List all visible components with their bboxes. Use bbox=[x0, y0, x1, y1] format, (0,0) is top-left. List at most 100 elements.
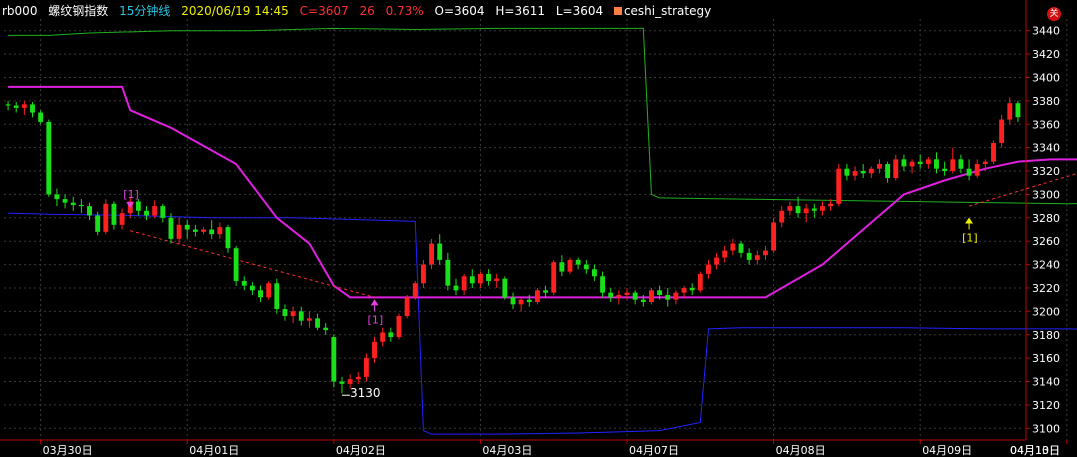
candle-body bbox=[192, 229, 198, 232]
candle-body bbox=[722, 250, 728, 258]
candle-body bbox=[477, 273, 483, 284]
candle-body bbox=[534, 290, 540, 303]
candle-body bbox=[746, 252, 752, 260]
candle-body bbox=[323, 327, 329, 331]
candle-body bbox=[437, 243, 443, 260]
strategy-name: ceshi_strategy bbox=[623, 4, 712, 18]
candle-body bbox=[209, 229, 215, 235]
candle-body bbox=[372, 341, 377, 359]
candle-body bbox=[730, 243, 736, 251]
signal-label: [1] bbox=[368, 313, 384, 326]
candle-body bbox=[901, 159, 907, 167]
price-tick-label: 3100 bbox=[1032, 422, 1060, 435]
price-tick-label: 3300 bbox=[1032, 188, 1060, 201]
candle-body bbox=[144, 210, 149, 216]
low-price: L=3604 bbox=[555, 4, 604, 18]
candle-body bbox=[30, 104, 35, 113]
chart-header: rb000 螺纹钢指数 15分钟线 2020/06/19 14:45 C=360… bbox=[2, 2, 725, 19]
candle-body bbox=[681, 287, 687, 293]
candle-body bbox=[974, 164, 980, 176]
upper-band-line bbox=[8, 27, 1077, 205]
date-tick-label: 04月08日 bbox=[776, 444, 826, 457]
candle-body bbox=[877, 164, 882, 169]
datetime-label: 2020/06/19 14:45 bbox=[181, 4, 289, 18]
date-tick-label: 04月03日 bbox=[482, 444, 532, 457]
candle-body bbox=[559, 262, 565, 272]
candle-body bbox=[46, 121, 52, 195]
signal-arrow-up-icon bbox=[965, 217, 974, 224]
price-tick-label: 3200 bbox=[1032, 305, 1060, 318]
candle-body bbox=[217, 227, 223, 235]
candles bbox=[5, 97, 1021, 394]
candle-body bbox=[551, 262, 557, 293]
candle-body bbox=[258, 290, 263, 298]
candle-body bbox=[518, 299, 524, 305]
candle-body bbox=[982, 161, 988, 165]
price-change-pct: 0.73% bbox=[385, 4, 424, 18]
candle-body bbox=[266, 283, 272, 298]
candle-body bbox=[942, 168, 948, 172]
candle-body bbox=[852, 171, 858, 176]
candle-body bbox=[38, 112, 44, 122]
price-tick-label: 3360 bbox=[1032, 118, 1060, 131]
lower-band-line bbox=[8, 212, 1077, 435]
candle-body bbox=[306, 318, 312, 321]
candle-body bbox=[991, 142, 996, 162]
price-axis: 3100 3120 3140 3160 3180 3200 3220 3240 3260 3280… bbox=[1025, 0, 1060, 440]
candle-body bbox=[909, 161, 915, 167]
candle-body bbox=[893, 159, 899, 179]
candle-body bbox=[13, 105, 19, 108]
candle-body bbox=[461, 276, 467, 291]
date-tick-label: 04月01日 bbox=[189, 444, 239, 457]
candle-body bbox=[78, 204, 84, 207]
candle-body bbox=[860, 171, 866, 174]
candle-body bbox=[632, 292, 638, 300]
candle-body bbox=[958, 159, 964, 169]
candle-body bbox=[836, 168, 842, 204]
candle-body bbox=[543, 290, 549, 293]
candle-body bbox=[152, 206, 158, 216]
period-label: 15分钟线 bbox=[119, 4, 171, 18]
candle-body bbox=[21, 104, 27, 108]
candle-body bbox=[706, 264, 711, 274]
candle-body bbox=[347, 379, 353, 384]
candle-body bbox=[54, 194, 60, 200]
candle-body bbox=[388, 332, 394, 338]
candle-body bbox=[657, 290, 663, 295]
candle-body bbox=[616, 294, 622, 298]
candle-body bbox=[201, 229, 206, 232]
date-tick-label: 04月02日 bbox=[336, 444, 386, 457]
candle-body bbox=[868, 168, 874, 174]
close-badge-icon[interactable]: 关 bbox=[1047, 7, 1061, 21]
candle-body bbox=[787, 206, 793, 211]
candle-body bbox=[689, 287, 695, 291]
mid-line bbox=[8, 85, 1077, 299]
candle-body bbox=[567, 259, 573, 272]
open-price: O=3604 bbox=[434, 4, 485, 18]
candle-body bbox=[510, 297, 516, 305]
candle-body bbox=[380, 332, 386, 342]
candle-body bbox=[608, 292, 614, 298]
candle-body bbox=[1015, 103, 1021, 118]
date-tick-label: 04月13日 bbox=[1010, 444, 1060, 457]
candle-body bbox=[62, 199, 68, 203]
candle-body bbox=[396, 316, 402, 338]
candle-body bbox=[103, 203, 109, 232]
candlestick-chart[interactable]: [1][1][1][1]31303383 3100312031403160318… bbox=[0, 0, 1077, 457]
date-tick-label: 04月07日 bbox=[629, 444, 679, 457]
symbol-name: 螺纹钢指数 bbox=[48, 4, 109, 18]
strategy-legend: ceshi_strategy bbox=[613, 4, 718, 18]
candle-body bbox=[763, 250, 768, 256]
candle-body bbox=[754, 255, 760, 260]
candle-body bbox=[714, 257, 720, 265]
candle-body bbox=[771, 222, 777, 251]
low-price-label: 3130 bbox=[350, 386, 381, 400]
candle-body bbox=[966, 168, 972, 176]
signal-arrow-down-icon bbox=[126, 202, 135, 209]
candle-body bbox=[5, 104, 11, 106]
candle-body bbox=[404, 297, 410, 317]
candle-body bbox=[844, 168, 850, 176]
price-tick-label: 3160 bbox=[1032, 352, 1060, 365]
candle-body bbox=[168, 217, 174, 239]
candle-body bbox=[885, 164, 891, 179]
